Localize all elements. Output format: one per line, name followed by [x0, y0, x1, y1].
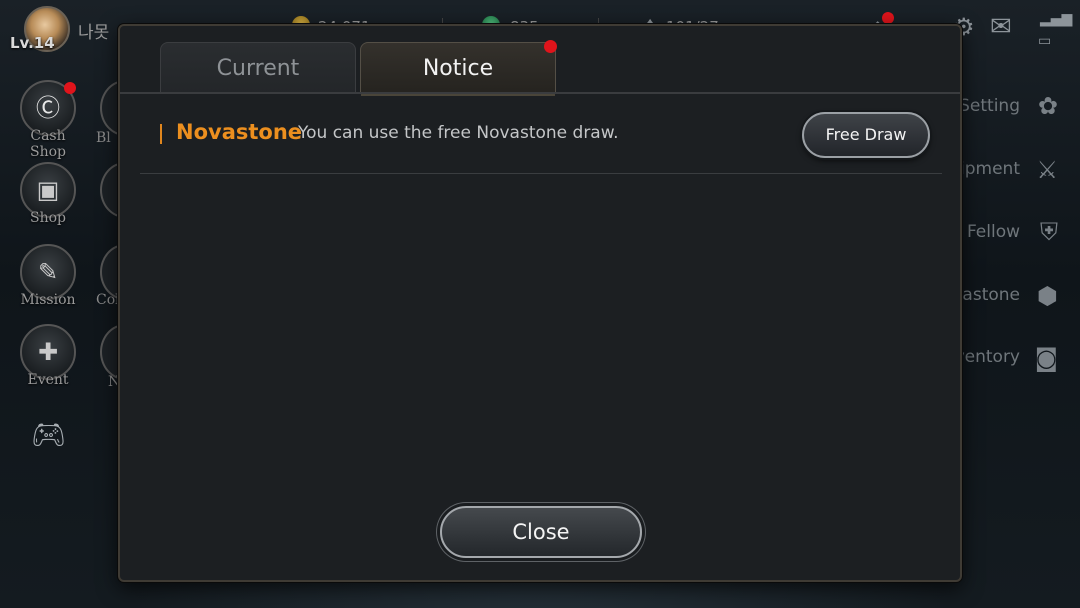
free-draw-button[interactable]: Free Draw: [802, 112, 930, 158]
menu-shop[interactable]: ▣ Shop: [18, 162, 78, 226]
menu-label: Col: [96, 292, 120, 308]
notice-item: Novastone You can use the free Novastone…: [140, 110, 942, 174]
tab-current[interactable]: Current: [160, 42, 356, 94]
menu-label: Cash Shop: [30, 128, 66, 160]
dialog-tabs: Current Notice: [120, 26, 960, 96]
menu-inventory-label[interactable]: ventory: [955, 347, 1020, 367]
battery-icon: ▭: [1038, 33, 1052, 49]
menu-equipment-label[interactable]: ipment: [960, 159, 1020, 179]
signal-icon: ▂▄▆: [1040, 11, 1073, 27]
menu-cash-shop[interactable]: Ⓒ Cash Shop: [18, 80, 78, 160]
player-name: 나못: [78, 23, 110, 43]
menu-novastone-label[interactable]: vastone: [952, 285, 1020, 305]
menu-setting-label[interactable]: Setting: [959, 96, 1020, 116]
crossed-swords-icon[interactable]: ⚔: [1036, 156, 1058, 184]
mail-icon[interactable]: ✉: [990, 14, 1012, 40]
menu-label: Bl: [96, 130, 111, 146]
tab-notice[interactable]: Notice: [360, 42, 556, 96]
notice-dialog: Current Notice Novastone You can use the…: [118, 24, 962, 582]
menu-label: Shop: [30, 210, 66, 226]
event-alert-dot: [882, 12, 894, 24]
cash-shop-alert-dot: [64, 82, 76, 94]
game-screen: Lv.14 나못 24,071 835 ♠ 101/27 ◆ ⚙ ✉ ▂▄▆ ▭…: [0, 0, 1080, 608]
gamepad-icon[interactable]: 🎮︎: [31, 418, 67, 451]
hexagon-icon[interactable]: ⬢: [1037, 282, 1058, 310]
menu-label: Event: [27, 372, 69, 388]
helmet-icon[interactable]: ⛨: [1040, 218, 1058, 246]
notice-alert-dot: [544, 40, 557, 53]
menu-mission[interactable]: ✎ Mission: [18, 244, 78, 308]
notice-title: Novastone: [176, 120, 303, 144]
close-button[interactable]: Close: [440, 506, 642, 558]
notice-text: You can use the free Novastone draw.: [298, 123, 619, 143]
gear-icon[interactable]: ✿: [1038, 92, 1058, 120]
menu-label: Mission: [20, 292, 76, 308]
player-level: Lv.14: [10, 34, 55, 52]
notice-accent-bar: [160, 124, 162, 144]
bag-icon[interactable]: ◙: [1035, 344, 1058, 372]
menu-fellow-label[interactable]: Fellow: [967, 222, 1020, 242]
menu-event[interactable]: ✚ Event: [18, 324, 78, 388]
